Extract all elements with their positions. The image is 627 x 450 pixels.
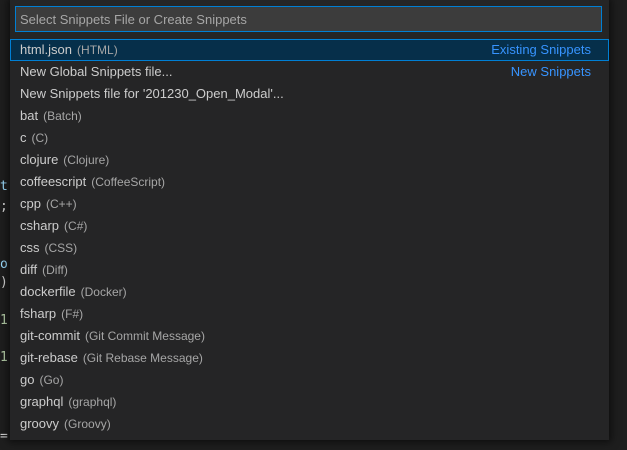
snippet-item-label: diff xyxy=(20,262,38,277)
snippet-item-label: bat xyxy=(20,108,39,123)
code-fragment: 1 xyxy=(0,350,8,365)
snippet-item-description: (graphql) xyxy=(68,395,117,409)
snippet-list-item[interactable]: git-rebase (Git Rebase Message) xyxy=(10,347,609,369)
snippet-list-item[interactable]: New Snippets file for '201230_Open_Modal… xyxy=(10,83,609,105)
snippet-item-label: groovy xyxy=(20,416,60,431)
snippet-item-label: csharp xyxy=(20,218,60,233)
snippet-item-description: (Docker) xyxy=(80,285,127,299)
snippet-list-item[interactable]: coffeescript (CoffeeScript) xyxy=(10,171,609,193)
snippet-item-description: (C) xyxy=(31,131,49,145)
snippet-item-description: (HTML) xyxy=(77,43,118,57)
snippet-item-description: (Diff) xyxy=(42,263,68,277)
code-fragment: 1 xyxy=(0,313,8,328)
group-separator-label: Existing Snippets xyxy=(491,42,591,57)
code-fragment: = xyxy=(0,429,8,444)
snippet-list-item[interactable]: html.json (HTML) Existing Snippets xyxy=(10,39,609,61)
snippet-list-item[interactable]: c (C) xyxy=(10,127,609,149)
snippet-list-item[interactable]: groovy (Groovy) xyxy=(10,413,609,435)
snippet-item-label: coffeescript xyxy=(20,174,87,189)
snippet-list-item[interactable]: csharp (C#) xyxy=(10,215,609,237)
snippet-item-label: git-commit xyxy=(20,328,80,343)
snippet-list-item[interactable]: fsharp (F#) xyxy=(10,303,609,325)
code-fragment: ; xyxy=(0,199,8,214)
snippet-item-description: (Clojure) xyxy=(63,153,110,167)
snippet-item-label: css xyxy=(20,240,40,255)
snippet-item-description: (Git Commit Message) xyxy=(84,329,205,343)
snippet-item-label: c xyxy=(20,130,27,145)
snippet-item-description: (Groovy) xyxy=(64,417,111,431)
snippet-item-description: (Git Rebase Message) xyxy=(82,351,203,365)
snippet-list-item[interactable]: go (Go) xyxy=(10,369,609,391)
snippet-item-description: (CoffeeScript) xyxy=(91,175,166,189)
snippets-list: html.json (HTML) Existing Snippets New Glob… xyxy=(10,39,609,435)
quick-pick-input-box xyxy=(15,6,602,32)
snippet-list-item[interactable]: bat (Batch) xyxy=(10,105,609,127)
snippet-list-item[interactable]: diff (Diff) xyxy=(10,259,609,281)
snippet-list-item[interactable]: git-commit (Git Commit Message) xyxy=(10,325,609,347)
snippet-list-item[interactable]: clojure (Clojure) xyxy=(10,149,609,171)
snippet-item-description: (Go) xyxy=(39,373,64,387)
group-separator-label: New Snippets xyxy=(510,64,591,79)
snippets-filter-input[interactable] xyxy=(16,7,601,31)
snippet-list-item[interactable]: graphql (graphql) xyxy=(10,391,609,413)
snippet-item-label: clojure xyxy=(20,152,59,167)
snippet-item-label: html.json xyxy=(20,42,73,57)
snippet-list-item[interactable]: dockerfile (Docker) xyxy=(10,281,609,303)
snippet-list-item[interactable]: cpp (C++) xyxy=(10,193,609,215)
snippet-item-label: git-rebase xyxy=(20,350,78,365)
snippet-item-label: New Global Snippets file... xyxy=(20,64,173,79)
snippet-item-label: graphql xyxy=(20,394,64,409)
snippet-item-label: dockerfile xyxy=(20,284,76,299)
snippet-item-label: New Snippets file for '201230_Open_Modal… xyxy=(20,86,284,101)
snippet-item-description: (F#) xyxy=(61,307,84,321)
snippet-item-description: (C++) xyxy=(45,197,77,211)
snippet-item-label: go xyxy=(20,372,35,387)
snippet-item-label: cpp xyxy=(20,196,41,211)
snippet-list-item[interactable]: New Global Snippets file... New Snippets xyxy=(10,61,609,83)
snippets-quick-pick: html.json (HTML) Existing Snippets New Glob… xyxy=(10,0,609,440)
snippet-item-label: fsharp xyxy=(20,306,57,321)
snippet-item-description: (C#) xyxy=(64,219,88,233)
snippet-item-description: (CSS) xyxy=(44,241,78,255)
snippet-item-description: (Batch) xyxy=(43,109,82,123)
snippet-list-item[interactable]: css (CSS) xyxy=(10,237,609,259)
